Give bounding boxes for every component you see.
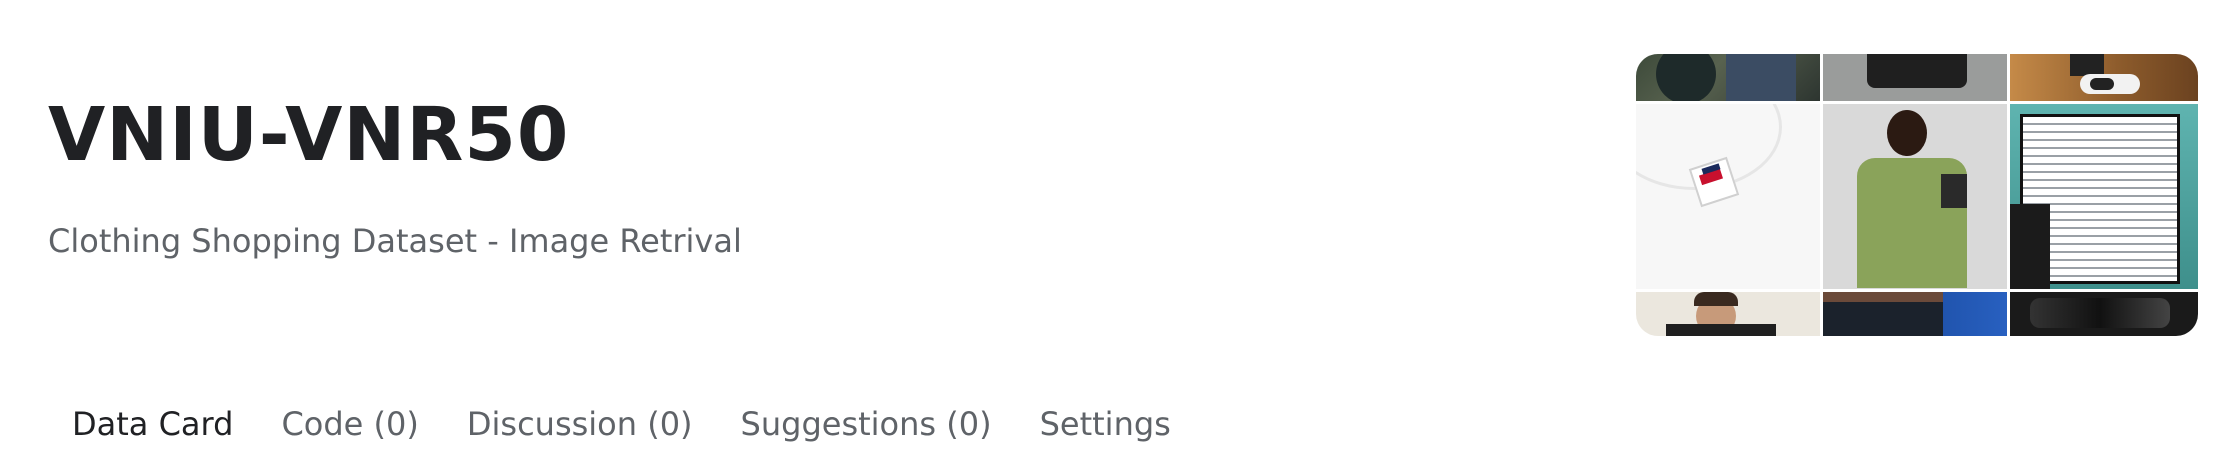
- collage-tile-striped-tshirt-model: [2010, 104, 2198, 292]
- collage-tile-white-tshirt-label: [1636, 104, 1823, 292]
- collage-tile-man-portrait: [1636, 292, 1823, 336]
- page-title: VNIU-VNR50: [48, 92, 570, 178]
- tab-discussion[interactable]: Discussion (0): [443, 405, 717, 443]
- collage-tile-shorts-model: [1823, 292, 2010, 336]
- collage-tile-sneakers: [2010, 54, 2198, 104]
- collage-tile-person-jacket: [1636, 54, 1823, 104]
- cover-image-collage: [1636, 54, 2198, 336]
- tab-suggestions[interactable]: Suggestions (0): [717, 405, 1016, 443]
- tab-settings[interactable]: Settings: [1016, 405, 1195, 443]
- collage-tile-green-tshirt-model: [1823, 104, 2010, 292]
- dataset-header-page: VNIU-VNR50 Clothing Shopping Dataset - I…: [0, 0, 2222, 450]
- collage-tile-black-garment: [1823, 54, 2010, 104]
- dataset-tabs: Data Card Code (0) Discussion (0) Sugges…: [48, 405, 1195, 443]
- tab-code[interactable]: Code (0): [257, 405, 442, 443]
- collage-tile-black-leather: [2010, 292, 2198, 336]
- tab-data-card[interactable]: Data Card: [48, 405, 257, 443]
- page-subtitle: Clothing Shopping Dataset - Image Retriv…: [48, 222, 742, 260]
